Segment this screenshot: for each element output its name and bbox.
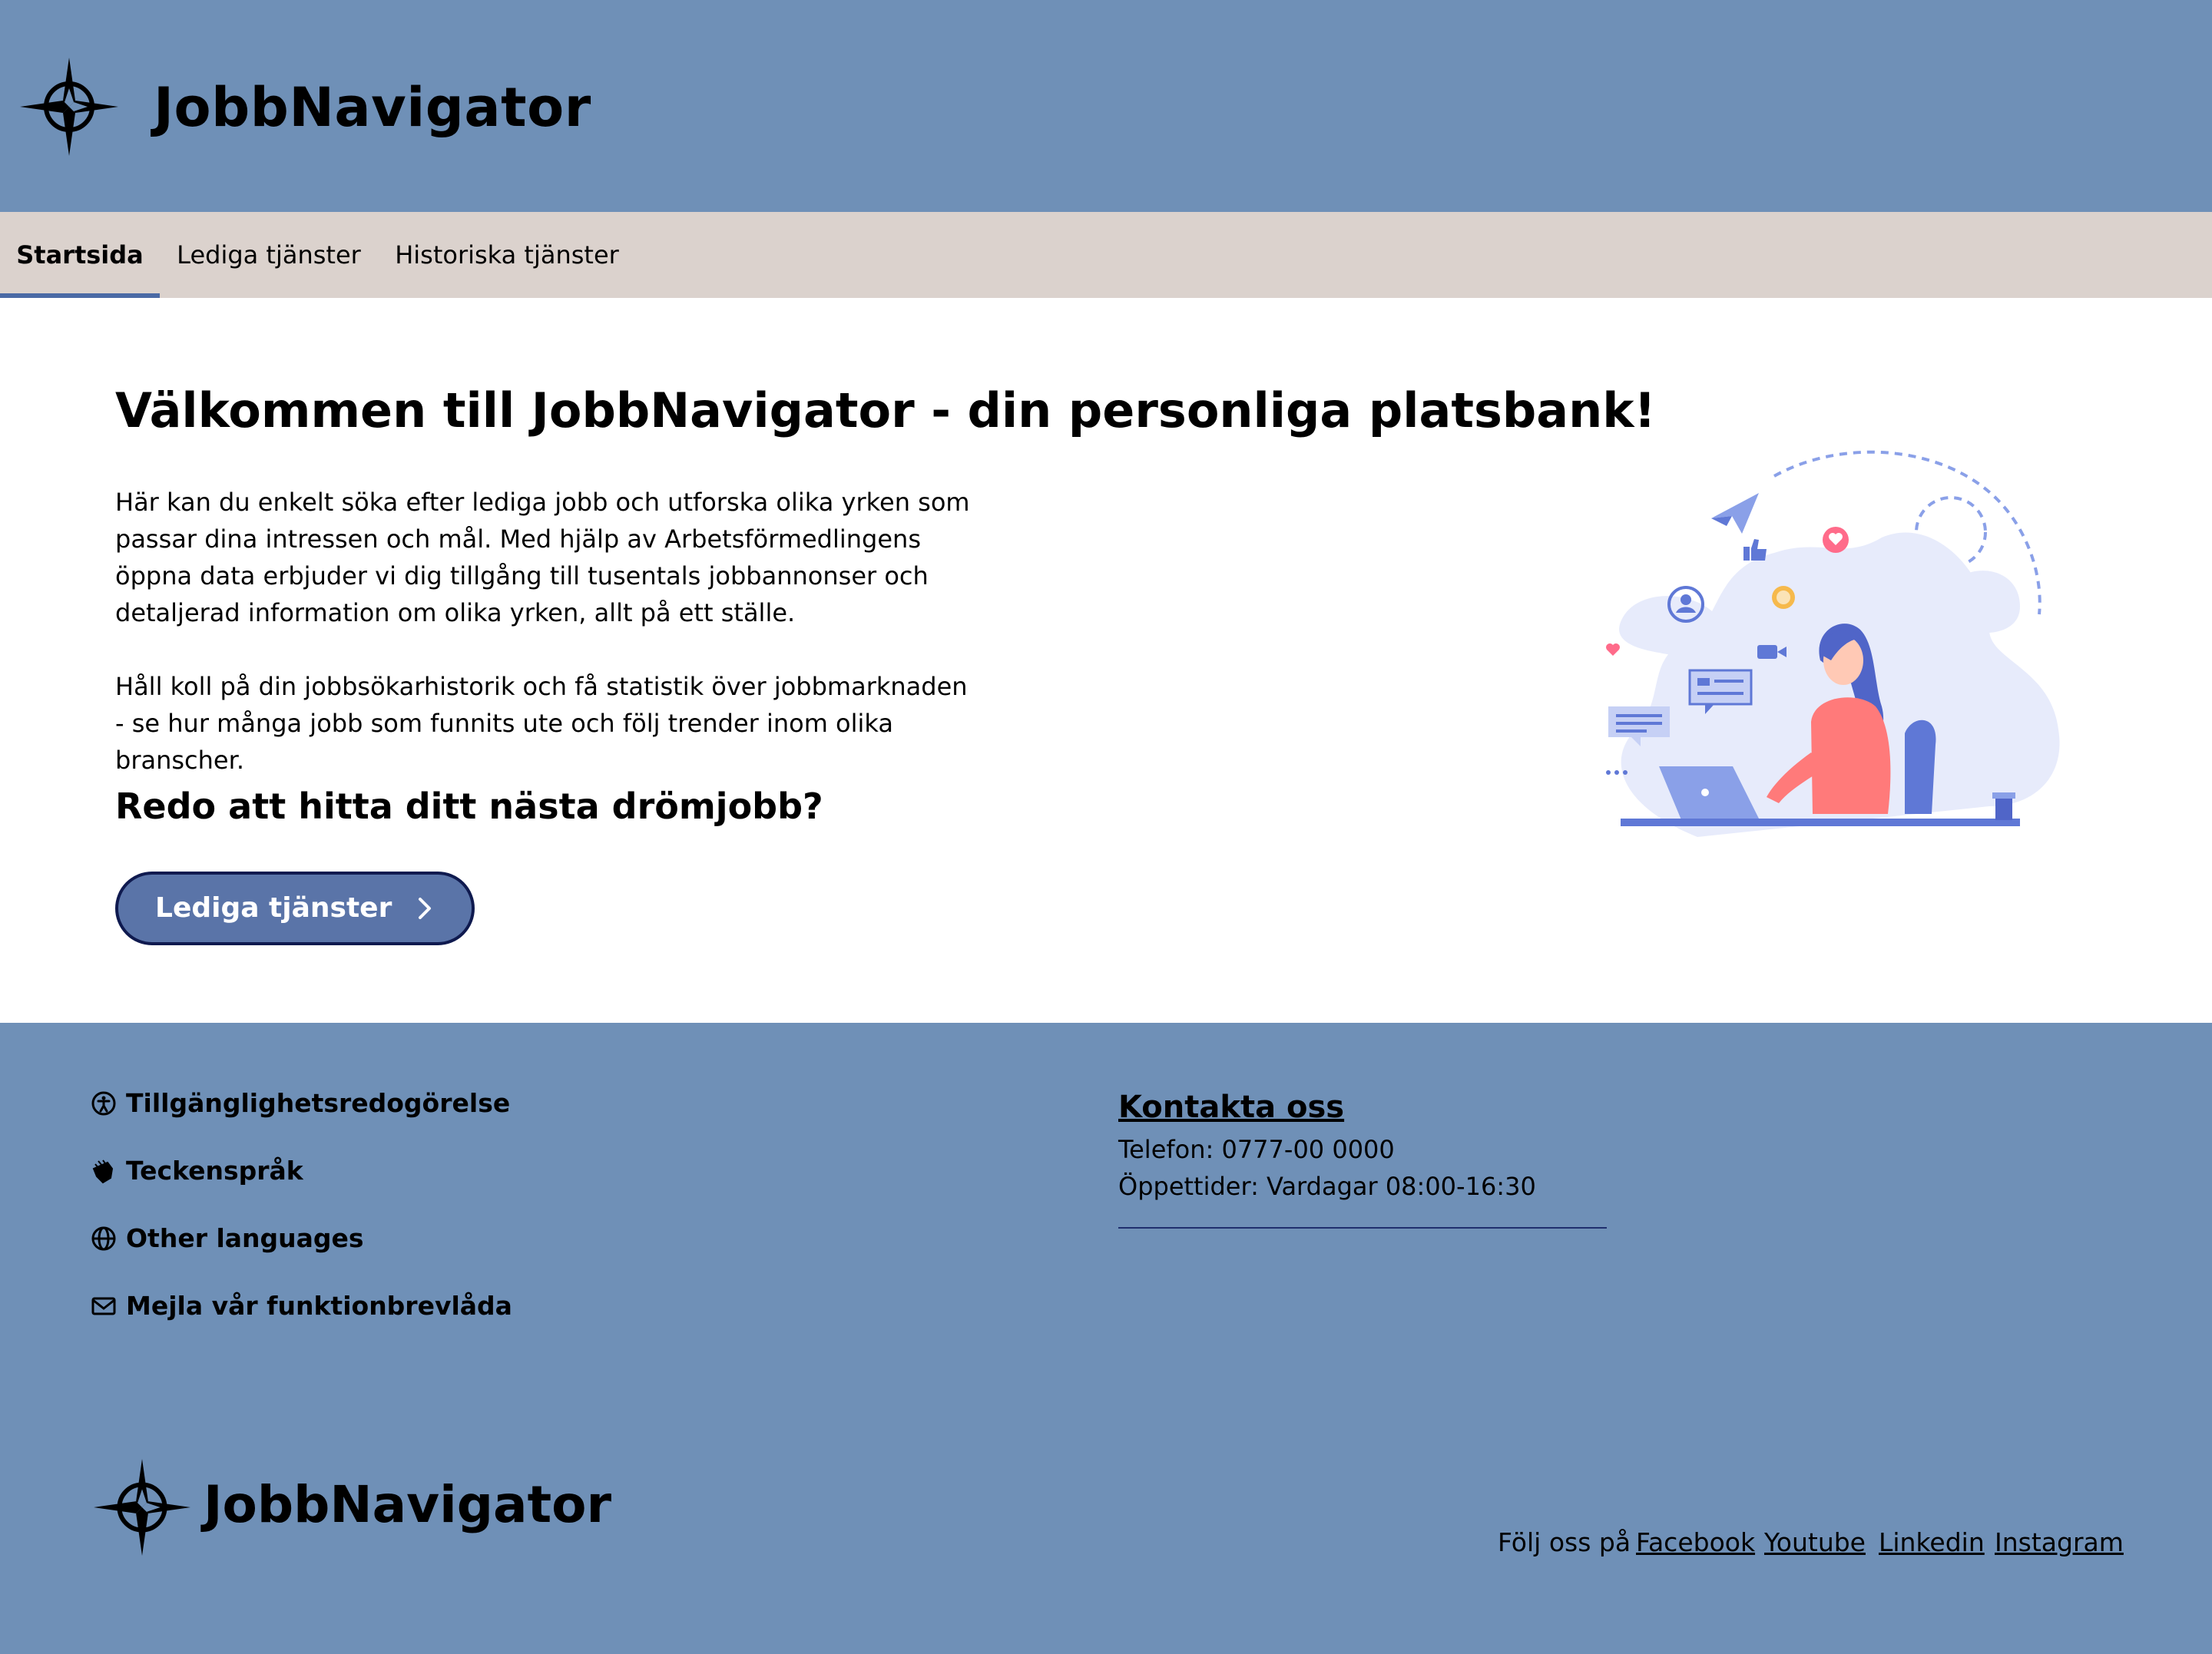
follow-label: Följ oss på: [1498, 1527, 1631, 1557]
social-link-facebook[interactable]: Facebook: [1636, 1525, 1755, 1560]
cta-label: Lediga tjänster: [155, 892, 392, 924]
footer-link-mail[interactable]: Mejla vår funktionbrevlåda: [91, 1289, 512, 1323]
tab-lediga-tjanster[interactable]: Lediga tjänster: [175, 212, 363, 298]
history-paragraph: Håll koll på din jobbsökarhistorik och f…: [115, 672, 968, 775]
social-link-linkedin[interactable]: Linkedin: [1879, 1525, 1985, 1560]
footer-link-accessibility[interactable]: Tillgänglighetsredogörelse: [91, 1087, 510, 1120]
contact-phone: Telefon: 0777-00 0000: [1118, 1135, 1395, 1164]
sign-language-icon: [92, 1159, 114, 1184]
intro-paragraph: Här kan du enkelt söka efter lediga jobb…: [115, 488, 970, 627]
footer-link-label: Other languages: [126, 1223, 364, 1253]
footer-link-sign-language[interactable]: Teckenspråk: [91, 1154, 303, 1188]
footer-brand: JobbNavigator: [204, 1475, 612, 1534]
cta-heading: Redo att hitta ditt nästa drömjobb?: [115, 786, 823, 827]
social-link-youtube[interactable]: Youtube: [1764, 1525, 1866, 1560]
chevron-right-icon: [419, 898, 431, 919]
page-title: Välkommen till JobbNavigator - din perso…: [115, 382, 1656, 438]
lediga-tjanster-button[interactable]: Lediga tjänster: [115, 872, 475, 945]
social-link-instagram[interactable]: Instagram: [1995, 1525, 2124, 1560]
tab-historiska-tjanster[interactable]: Historiska tjänster: [393, 212, 621, 298]
footer-link-label: Tillgänglighetsredogörelse: [126, 1088, 511, 1118]
tab-startsida[interactable]: Startsida: [0, 212, 160, 298]
mail-icon: [91, 1297, 116, 1315]
footer-link-other-languages[interactable]: Other languages: [91, 1222, 364, 1255]
compass-icon: [94, 1459, 190, 1556]
globe-icon: [91, 1226, 116, 1251]
main-nav: Startsida Lediga tjänster Historiska tjä…: [0, 212, 2212, 298]
accessibility-icon: [91, 1091, 116, 1116]
footer-link-label: Teckenspråk: [126, 1156, 303, 1186]
contact-divider: [1118, 1227, 1607, 1229]
footer-link-label: Mejla vår funktionbrevlåda: [126, 1291, 512, 1321]
site-header: JobbNavigator: [0, 0, 2212, 212]
site-brand[interactable]: JobbNavigator: [154, 71, 591, 144]
contact-hours: Öppettider: Vardagar 08:00-16:30: [1118, 1172, 1536, 1201]
woman-at-laptop-illustration: [1606, 450, 2060, 837]
contact-title[interactable]: Kontakta oss: [1118, 1084, 1344, 1130]
compass-icon: [20, 58, 118, 156]
